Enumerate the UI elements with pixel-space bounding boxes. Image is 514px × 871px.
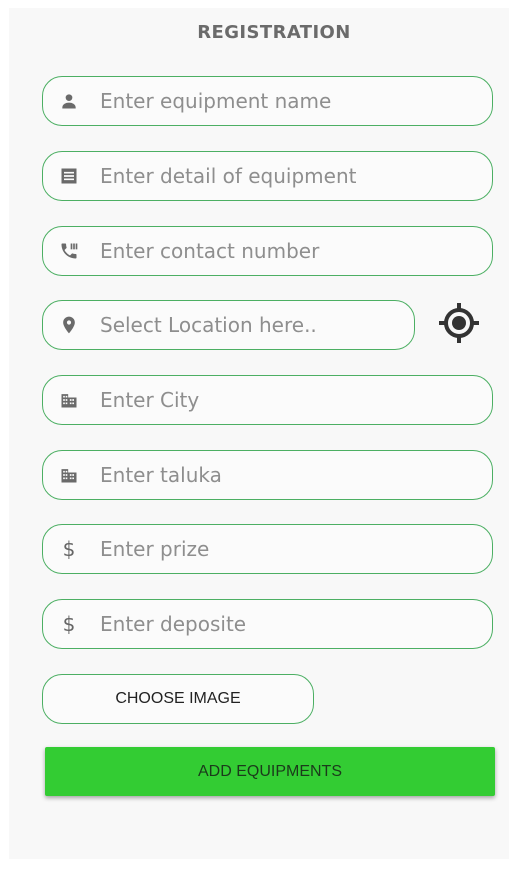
building-icon (58, 389, 80, 411)
location-input[interactable] (100, 313, 360, 337)
equipment-name-field[interactable] (42, 76, 493, 126)
phone-icon (58, 240, 80, 262)
city-field[interactable] (42, 375, 493, 425)
prize-field[interactable]: $ (42, 524, 493, 574)
taluka-input[interactable] (100, 463, 430, 487)
add-equipments-button[interactable]: ADD EQUIPMENTS (45, 747, 495, 796)
equipment-name-input[interactable] (100, 89, 430, 113)
person-icon (58, 90, 80, 112)
building-icon (58, 464, 80, 486)
location-pin-icon (58, 314, 80, 336)
receipt-icon (58, 165, 80, 187)
deposite-input[interactable] (100, 612, 430, 636)
gps-crosshair-graphic (439, 303, 479, 343)
location-field[interactable] (42, 300, 415, 350)
prize-input[interactable] (100, 537, 430, 561)
deposite-field[interactable]: $ (42, 599, 493, 649)
dollar-icon: $ (58, 613, 80, 635)
choose-image-button[interactable]: CHOOSE IMAGE (42, 674, 314, 724)
dollar-symbol: $ (62, 537, 76, 561)
dollar-icon: $ (58, 538, 80, 560)
registration-screen: REGISTRATION Enter equipment name Enter … (9, 8, 509, 859)
contact-number-field[interactable] (42, 226, 493, 276)
page-title: REGISTRATION (197, 22, 351, 43)
equipment-detail-field[interactable] (42, 151, 493, 201)
equipment-detail-input[interactable] (100, 164, 430, 188)
dollar-symbol: $ (62, 612, 76, 636)
gps-locate-icon[interactable] (437, 301, 481, 345)
taluka-field[interactable] (42, 450, 493, 500)
contact-number-input[interactable] (100, 239, 430, 263)
city-input[interactable] (100, 388, 430, 412)
